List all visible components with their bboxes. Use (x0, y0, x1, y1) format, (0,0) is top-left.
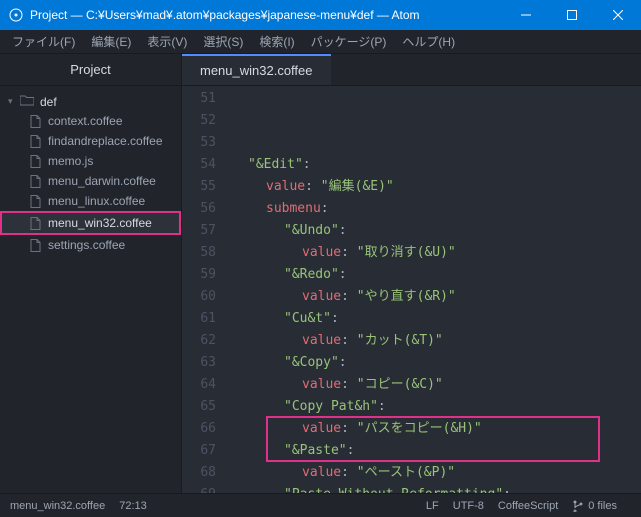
line-number: 62 (182, 330, 216, 352)
folder-icon (20, 94, 34, 109)
file-menu_darwin-coffee[interactable]: menu_darwin.coffee (0, 171, 181, 191)
code-line[interactable]: value: "カット(&T)" (230, 330, 641, 352)
window-title: Project — C:¥Users¥mad¥.atom¥packages¥ja… (30, 8, 503, 22)
menubar: ファイル(F)編集(E)表示(V)選択(S)検索(I)パッケージ(P)ヘルプ(H… (0, 30, 641, 54)
line-number: 63 (182, 352, 216, 374)
code-line[interactable]: value: "取り消す(&U)" (230, 242, 641, 264)
menu-item-4[interactable]: 検索(I) (251, 30, 302, 54)
status-encoding[interactable]: UTF-8 (453, 500, 484, 512)
status-file[interactable]: menu_win32.coffee (10, 500, 105, 512)
status-cursor-pos[interactable]: 72:13 (119, 500, 147, 512)
code-line[interactable]: value: "ペースト(&P)" (230, 462, 641, 484)
chevron-down-icon: ▾ (8, 96, 18, 107)
line-number: 60 (182, 286, 216, 308)
code-line[interactable]: "&Redo": (230, 264, 641, 286)
code-line[interactable]: "&Undo": (230, 220, 641, 242)
line-gutter: 51525354555657585960616263646566676869 (182, 86, 230, 493)
maximize-button[interactable] (549, 0, 595, 30)
file-context-coffee[interactable]: context.coffee (0, 111, 181, 131)
status-line-ending[interactable]: LF (426, 500, 439, 512)
file-label: context.coffee (48, 114, 123, 128)
file-menu_linux-coffee[interactable]: menu_linux.coffee (0, 191, 181, 211)
line-number: 65 (182, 396, 216, 418)
project-panel-header: Project (0, 54, 181, 86)
line-number: 53 (182, 132, 216, 154)
code-line[interactable]: value: "パスをコピー(&H)" (230, 418, 641, 440)
code-line[interactable]: "Copy Pat&h": (230, 396, 641, 418)
file-menu_win32-coffee[interactable]: menu_win32.coffee (0, 211, 181, 235)
code-line[interactable]: submenu: (230, 198, 641, 220)
file-settings-coffee[interactable]: settings.coffee (0, 235, 181, 255)
line-number: 52 (182, 110, 216, 132)
menu-item-1[interactable]: 編集(E) (83, 30, 139, 54)
code-line[interactable]: "&Paste": (230, 440, 641, 462)
tab-menu-win32[interactable]: menu_win32.coffee (182, 54, 331, 85)
file-tree: ▾ def context.coffee findandreplace.coffe… (0, 86, 181, 255)
editor-pane: menu_win32.coffee 5152535455565758596061… (182, 54, 641, 493)
file-label: menu_darwin.coffee (48, 174, 156, 188)
folder-def[interactable]: ▾ def (0, 92, 181, 111)
statusbar: menu_win32.coffee 72:13 LF UTF-8 CoffeeS… (0, 493, 641, 517)
file-memo-js[interactable]: memo.js (0, 151, 181, 171)
git-files-label: 0 files (588, 500, 617, 512)
line-number: 59 (182, 264, 216, 286)
file-label: menu_linux.coffee (48, 194, 145, 208)
project-sidebar: Project ▾ def context.coffee findandrepla… (0, 54, 182, 493)
file-findandreplace-coffee[interactable]: findandreplace.coffee (0, 131, 181, 151)
menu-item-0[interactable]: ファイル(F) (4, 30, 83, 54)
code-line[interactable]: "&Copy": (230, 352, 641, 374)
file-label: memo.js (48, 154, 93, 168)
close-button[interactable] (595, 0, 641, 30)
line-number: 64 (182, 374, 216, 396)
code-line[interactable]: "&Edit": (230, 154, 641, 176)
minimize-button[interactable] (503, 0, 549, 30)
file-icon (30, 175, 42, 188)
line-number: 51 (182, 88, 216, 110)
line-number: 66 (182, 418, 216, 440)
line-number: 57 (182, 220, 216, 242)
line-number: 58 (182, 242, 216, 264)
tab-label: menu_win32.coffee (200, 63, 313, 78)
file-icon (30, 239, 42, 252)
menu-item-5[interactable]: パッケージ(P) (303, 30, 395, 54)
file-icon (30, 135, 42, 148)
status-git[interactable]: 0 files (572, 500, 617, 512)
line-number: 67 (182, 440, 216, 462)
file-label: settings.coffee (48, 238, 125, 252)
status-language[interactable]: CoffeeScript (498, 500, 558, 512)
line-number: 61 (182, 308, 216, 330)
menu-item-3[interactable]: 選択(S) (195, 30, 251, 54)
file-icon (30, 195, 42, 208)
code-line[interactable]: "Cu&t": (230, 308, 641, 330)
line-number: 68 (182, 462, 216, 484)
line-number: 55 (182, 176, 216, 198)
menu-item-2[interactable]: 表示(V) (139, 30, 195, 54)
code-content[interactable]: "&Edit":value: "編集(&E)"submenu:"&Undo":v… (230, 86, 641, 493)
git-branch-icon (572, 500, 584, 512)
atom-app-icon (8, 7, 24, 23)
code-line[interactable]: "Paste Without Reformatting": (230, 484, 641, 493)
code-line[interactable]: value: "やり直す(&R)" (230, 286, 641, 308)
file-label: menu_win32.coffee (48, 216, 152, 230)
line-number: 69 (182, 484, 216, 493)
line-number: 54 (182, 154, 216, 176)
code-line[interactable]: value: "編集(&E)" (230, 176, 641, 198)
menu-item-6[interactable]: ヘルプ(H) (394, 30, 463, 54)
code-line[interactable]: value: "コピー(&C)" (230, 374, 641, 396)
tab-bar: menu_win32.coffee (182, 54, 641, 86)
line-number: 56 (182, 198, 216, 220)
file-icon (30, 155, 42, 168)
file-label: findandreplace.coffee (48, 134, 163, 148)
code-area[interactable]: 51525354555657585960616263646566676869 "… (182, 86, 641, 493)
file-icon (30, 115, 42, 128)
file-icon (30, 217, 42, 230)
titlebar: Project — C:¥Users¥mad¥.atom¥packages¥ja… (0, 0, 641, 30)
folder-label: def (40, 95, 57, 109)
